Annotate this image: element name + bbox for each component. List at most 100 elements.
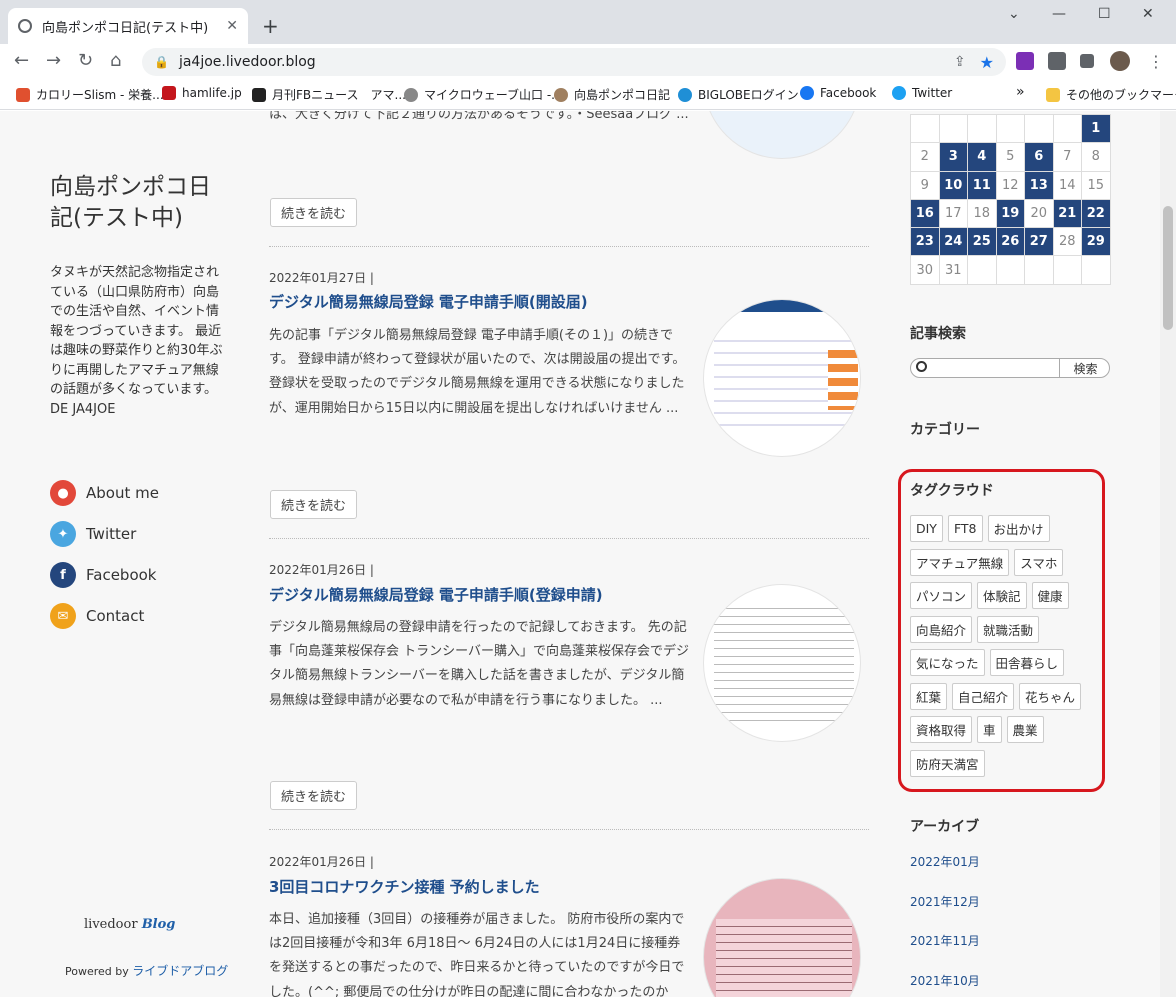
tag-link[interactable]: 健康 [1031, 582, 1069, 609]
new-tab-icon[interactable]: + [262, 14, 279, 38]
social-twitter[interactable]: ✦ Twitter [50, 521, 136, 547]
calendar-day[interactable]: 22 [1081, 198, 1111, 229]
bookmark-item[interactable]: 向島ポンポコ日記 [554, 86, 670, 103]
bookmark-item[interactable]: hamlife.jp [162, 86, 242, 100]
home-icon[interactable]: ⌂ [110, 50, 121, 71]
tag-link[interactable]: お出かけ [987, 515, 1050, 542]
share-icon[interactable]: ⇪ [954, 54, 966, 70]
scrollbar-thumb[interactable] [1163, 206, 1173, 330]
social-contact[interactable]: ✉ Contact [50, 603, 144, 629]
archive-link[interactable]: 2022年01月 [910, 853, 980, 870]
calendar-day[interactable]: 6 [1024, 142, 1054, 172]
post-divider [269, 829, 869, 830]
forward-icon[interactable]: → [46, 50, 61, 71]
post-thumbnail[interactable] [703, 878, 861, 997]
calendar-day[interactable]: 21 [1052, 198, 1082, 229]
profile-avatar[interactable] [1110, 51, 1130, 71]
back-icon[interactable]: ← [14, 50, 29, 71]
site-title[interactable]: 向島ポンポコ日記(テスト中) [50, 172, 230, 234]
bookmark-star-icon[interactable]: ★ [980, 53, 994, 72]
close-icon[interactable]: ✕ [226, 18, 238, 34]
extension-icon[interactable] [1048, 52, 1066, 70]
tag-link[interactable]: スマホ [1014, 548, 1064, 576]
twitter-icon: ✦ [50, 521, 76, 547]
bookmark-item[interactable]: カロリーSlism - 栄養... [16, 86, 164, 103]
calendar-day: 28 [1052, 227, 1082, 257]
post-thumbnail[interactable] [703, 584, 861, 742]
address-bar[interactable]: 🔒 ja4joe.livedoor.blog ⇪ ★ [142, 48, 1006, 76]
site-description: タヌキが天然記念物指定されている（山口県防府市）向島での生活や自然、イベント情報… [50, 265, 223, 417]
tag-link[interactable]: 資格取得 [910, 716, 973, 743]
calendar-day[interactable]: 19 [995, 198, 1025, 229]
page-viewport: 向島ポンポコ日記(テスト中) タヌキが天然記念物指定されている（山口県防府市）向… [0, 111, 1160, 997]
calendar-day[interactable]: 25 [967, 227, 997, 257]
archive-link[interactable]: 2021年11月 [910, 932, 980, 949]
tag-link[interactable]: 防府天満宮 [910, 749, 985, 777]
calendar-day[interactable]: 11 [967, 170, 997, 200]
other-bookmarks[interactable]: その他のブックマーク [1046, 86, 1176, 103]
post-title[interactable]: デジタル簡易無線局登録 電子申請手順(登録申請) [269, 584, 603, 605]
tag-link[interactable]: 気になった [910, 649, 985, 676]
kebab-menu-icon[interactable]: ⋮ [1148, 52, 1164, 71]
tag-link[interactable]: 田舎暮らし [989, 649, 1065, 676]
search-input[interactable]: 検索 [910, 358, 1110, 378]
tag-link[interactable]: アマチュア無線 [910, 548, 1010, 576]
bookmark-item[interactable]: 月刊FBニュース アマ... [252, 86, 406, 103]
tag-link[interactable]: 農業 [1006, 716, 1044, 743]
maximize-icon[interactable]: ☐ [1098, 6, 1111, 22]
tag-link[interactable]: 花ちゃん [1019, 682, 1082, 710]
calendar-day[interactable]: 26 [995, 227, 1025, 257]
tag-link[interactable]: 体験記 [977, 582, 1027, 609]
calendar-day: 9 [910, 170, 940, 200]
calendar-day[interactable]: 29 [1081, 227, 1111, 257]
calendar-day[interactable]: 4 [967, 142, 997, 172]
livedoor-blog-link[interactable]: ライブドアブログ [132, 964, 228, 978]
read-more-button[interactable]: 続きを読む [270, 198, 357, 227]
livedoor-blog-logo[interactable]: livedoor Blog [84, 917, 175, 932]
browser-tab[interactable]: 向島ポンポコ日記(テスト中) ✕ [8, 8, 248, 44]
read-more-button[interactable]: 続きを読む [270, 781, 357, 810]
post-title[interactable]: デジタル簡易無線局登録 電子申請手順(開設届) [269, 291, 588, 312]
tag-link[interactable]: 自己紹介 [952, 682, 1015, 710]
tag-link[interactable]: 向島紹介 [910, 615, 973, 643]
onenote-extension-icon[interactable] [1016, 52, 1034, 70]
archive-link[interactable]: 2021年10月 [910, 972, 980, 989]
social-facebook[interactable]: f Facebook [50, 562, 156, 588]
tag-link[interactable]: DIY [910, 515, 943, 542]
puzzle-icon[interactable] [1080, 54, 1094, 68]
mail-icon: ✉ [50, 603, 76, 629]
tag-link[interactable]: パソコン [910, 582, 973, 609]
bookmarks-bar: カロリーSlism - 栄養... hamlife.jp 月刊FBニュース アマ… [0, 80, 1176, 110]
social-about-me[interactable]: ● About me [50, 480, 159, 506]
post-title[interactable]: 3回目コロナワクチン接種 予約しました [269, 876, 540, 897]
tag-link[interactable]: 車 [977, 716, 1002, 743]
calendar-day[interactable]: 1 [1081, 113, 1111, 144]
bookmarks-overflow[interactable]: » [1016, 84, 1025, 100]
calorie-slism-icon [16, 87, 30, 102]
bookmark-item[interactable]: マイクロウェーブ山口 -... [404, 86, 563, 103]
post-thumbnail[interactable] [703, 111, 861, 159]
window-close-icon[interactable]: ✕ [1142, 6, 1154, 22]
calendar-day[interactable]: 27 [1024, 227, 1054, 257]
search-button[interactable]: 検索 [1059, 358, 1111, 378]
minimize-icon[interactable]: — [1052, 6, 1066, 22]
bookmark-item[interactable]: Twitter [892, 86, 952, 100]
read-more-button[interactable]: 続きを読む [270, 490, 357, 519]
archive-link[interactable]: 2021年12月 [910, 893, 980, 910]
bookmark-item[interactable]: BIGLOBEログイン [678, 86, 799, 103]
scrollbar[interactable] [1160, 111, 1176, 997]
bookmark-item[interactable]: Facebook [800, 86, 876, 100]
calendar-day[interactable]: 13 [1024, 170, 1054, 200]
calendar-day[interactable]: 23 [910, 227, 940, 257]
tag-link[interactable]: 紅葉 [910, 682, 948, 710]
calendar-day[interactable]: 16 [910, 198, 940, 229]
calendar-day[interactable]: 24 [938, 227, 968, 257]
calendar-day[interactable]: 10 [938, 170, 968, 200]
calendar-empty-cell [1024, 113, 1054, 144]
tag-link[interactable]: 就職活動 [977, 615, 1040, 643]
tag-link[interactable]: FT8 [947, 515, 983, 542]
chevron-down-icon[interactable]: ⌄ [1008, 6, 1020, 22]
post-thumbnail[interactable] [703, 299, 861, 457]
reload-icon[interactable]: ↻ [78, 50, 93, 71]
calendar-day[interactable]: 3 [938, 142, 968, 172]
